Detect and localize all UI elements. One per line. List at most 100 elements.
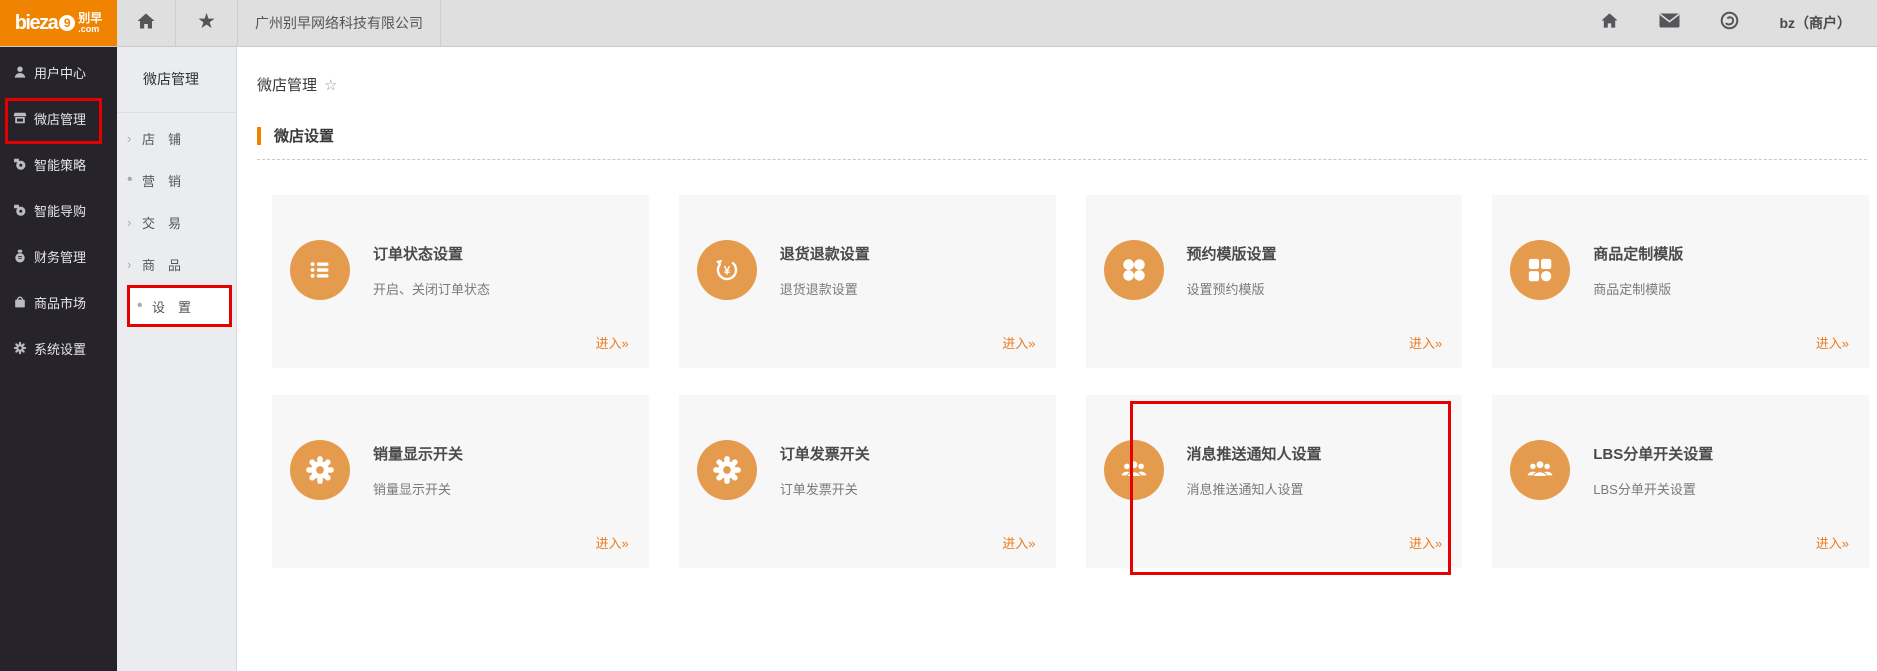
favorites-button[interactable]: ★ bbox=[176, 0, 238, 46]
sysgear-icon bbox=[13, 341, 27, 355]
enter-link[interactable]: 进入» bbox=[596, 333, 629, 352]
setting-card-order-invoice-switch[interactable]: 订单发票开关订单发票开关进入» bbox=[679, 395, 1056, 568]
enter-link[interactable]: 进入» bbox=[1816, 533, 1849, 552]
home-shortcut-button[interactable] bbox=[1600, 11, 1619, 35]
setting-card-lbs-dispatch-switch[interactable]: LBS分单开关设置 LBS分单开关设置进入» bbox=[1492, 395, 1869, 568]
finance-icon bbox=[13, 249, 27, 263]
card-title: LBS分单开关设置 bbox=[1593, 443, 1713, 464]
avatar-icon bbox=[1720, 11, 1739, 35]
chevron-right-icon: › bbox=[127, 131, 142, 146]
sidebar-item-label: 智能导购 bbox=[34, 201, 86, 220]
settings-card-grid: 订单状态设置开启、关闭订单状态进入»¥退货退款设置退货退款设置进入»预约模版设置… bbox=[272, 195, 1869, 568]
refund-icon: ¥ bbox=[697, 240, 757, 300]
card-subtitle: 退货退款设置 bbox=[780, 279, 870, 298]
card-title: 订单发票开关 bbox=[780, 443, 870, 464]
setting-card-message-push-notifier[interactable]: 消息推送通知人设置消息推送通知人设置进入» bbox=[1086, 395, 1463, 568]
account-avatar-button[interactable] bbox=[1720, 11, 1739, 35]
gear-icon bbox=[697, 440, 757, 500]
messages-button[interactable] bbox=[1659, 13, 1680, 33]
guide-icon bbox=[13, 203, 27, 217]
sidebar-item-weidian-manage[interactable]: 微店管理 bbox=[0, 95, 117, 141]
setting-card-order-status-setting[interactable]: 订单状态设置开启、关闭订单状态进入» bbox=[272, 195, 649, 368]
logo[interactable]: bieza 9 别早 .com bbox=[0, 0, 117, 46]
chevron-right-icon: › bbox=[127, 257, 142, 272]
secondary-sidebar-title: 微店管理 bbox=[117, 47, 236, 113]
card-subtitle: 消息推送通知人设置 bbox=[1187, 479, 1322, 498]
card-title: 退货退款设置 bbox=[780, 243, 870, 264]
card-title: 消息推送通知人设置 bbox=[1187, 443, 1322, 464]
list-icon bbox=[290, 240, 350, 300]
sidebar-item-finance-manage[interactable]: 财务管理 bbox=[0, 233, 117, 279]
top-bar: bieza 9 别早 .com ★ 广州别早网络科技有限公司 bbox=[0, 0, 1877, 47]
sidebar-item-label: 财务管理 bbox=[34, 247, 86, 266]
section-title: 微店设置 bbox=[274, 125, 334, 146]
home-icon bbox=[1600, 11, 1619, 35]
card-subtitle: 商品定制模版 bbox=[1593, 279, 1683, 298]
sidebar-item-label: 用户中心 bbox=[34, 63, 86, 82]
submenu-item-shop[interactable]: ›店 铺 bbox=[117, 117, 236, 159]
card-subtitle: 订单发票开关 bbox=[780, 479, 870, 498]
setting-card-refund-setting[interactable]: ¥ 退货退款设置退货退款设置进入» bbox=[679, 195, 1056, 368]
setting-card-booking-template[interactable]: 预约模版设置设置预约模版进入» bbox=[1086, 195, 1463, 368]
sidebar-item-smart-guide[interactable]: 智能导购 bbox=[0, 187, 117, 233]
svg-text:¥: ¥ bbox=[724, 265, 731, 278]
logo-text-en: bieza bbox=[15, 12, 58, 35]
logo-text-com: .com bbox=[78, 25, 102, 34]
mail-icon bbox=[1659, 13, 1680, 33]
section-accent-bar bbox=[257, 127, 261, 145]
sidebar-item-label: 系统设置 bbox=[34, 339, 86, 358]
card-title: 预约模版设置 bbox=[1187, 243, 1277, 264]
people-icon bbox=[1104, 440, 1164, 500]
submenu-item-settings[interactable]: •设 置 bbox=[127, 285, 232, 327]
enter-link[interactable]: 进入» bbox=[1002, 533, 1035, 552]
page-title: 微店管理☆ bbox=[257, 74, 1877, 95]
submenu-item-marketing[interactable]: •营 销 bbox=[117, 159, 236, 201]
sidebar-item-label: 智能策略 bbox=[34, 155, 86, 174]
shop-icon bbox=[13, 111, 27, 125]
user-icon bbox=[13, 65, 27, 79]
card-title: 销量显示开关 bbox=[373, 443, 463, 464]
submenu-item-label: 营 销 bbox=[142, 171, 181, 190]
setting-card-sales-display-switch[interactable]: 销量显示开关销量显示开关进入» bbox=[272, 395, 649, 568]
secondary-sidebar: 微店管理 ›店 铺•营 销›交 易›商 品•设 置 bbox=[117, 47, 237, 671]
section-header: 微店设置 bbox=[257, 125, 1867, 160]
submenu-item-label: 商 品 bbox=[142, 255, 181, 274]
chevron-right-icon: › bbox=[127, 215, 142, 230]
sidebar-item-user-center[interactable]: 用户中心 bbox=[0, 49, 117, 95]
gear-icon bbox=[290, 440, 350, 500]
submenu-item-label: 交 易 bbox=[142, 213, 181, 232]
sidebar-item-goods-market[interactable]: 商品市场 bbox=[0, 279, 117, 325]
home-button[interactable] bbox=[117, 0, 176, 46]
user-label[interactable]: bz（商户） bbox=[1779, 13, 1851, 33]
card-subtitle: 设置预约模版 bbox=[1187, 279, 1277, 298]
submenu-item-goods[interactable]: ›商 品 bbox=[117, 243, 236, 285]
card-subtitle: 销量显示开关 bbox=[373, 479, 463, 498]
primary-sidebar: 用户中心微店管理智能策略智能导购财务管理商品市场系统设置 bbox=[0, 47, 117, 671]
card-title: 商品定制模版 bbox=[1593, 243, 1683, 264]
market-icon bbox=[13, 295, 27, 309]
sidebar-item-label: 商品市场 bbox=[34, 293, 86, 312]
home-icon bbox=[136, 11, 156, 36]
sidebar-item-label: 微店管理 bbox=[34, 109, 86, 128]
people-icon bbox=[1510, 440, 1570, 500]
setting-card-goods-custom-template[interactable]: 商品定制模版商品定制模版进入» bbox=[1492, 195, 1869, 368]
card-subtitle: 开启、关闭订单状态 bbox=[373, 279, 490, 298]
submenu-item-trade[interactable]: ›交 易 bbox=[117, 201, 236, 243]
sidebar-item-system-setting[interactable]: 系统设置 bbox=[0, 325, 117, 371]
enter-link[interactable]: 进入» bbox=[596, 533, 629, 552]
submenu-item-label: 设 置 bbox=[152, 297, 191, 316]
card-title: 订单状态设置 bbox=[373, 243, 490, 264]
submenu-item-label: 店 铺 bbox=[142, 129, 181, 148]
clover-icon bbox=[1104, 240, 1164, 300]
enter-link[interactable]: 进入» bbox=[1409, 533, 1442, 552]
strategy-icon bbox=[13, 157, 27, 171]
favorite-star-icon[interactable]: ☆ bbox=[324, 77, 337, 94]
enter-link[interactable]: 进入» bbox=[1002, 333, 1035, 352]
enter-link[interactable]: 进入» bbox=[1816, 333, 1849, 352]
enter-link[interactable]: 进入» bbox=[1409, 333, 1442, 352]
logo-text-zh: 别早 bbox=[78, 12, 102, 25]
main-content: 微店管理☆ 微店设置 订单状态设置开启、关闭订单状态进入» ¥ 退货退款设置退货退款… bbox=[237, 47, 1877, 671]
star-icon: ★ bbox=[197, 9, 216, 34]
card-subtitle: LBS分单开关设置 bbox=[1593, 479, 1713, 498]
sidebar-item-smart-strategy[interactable]: 智能策略 bbox=[0, 141, 117, 187]
